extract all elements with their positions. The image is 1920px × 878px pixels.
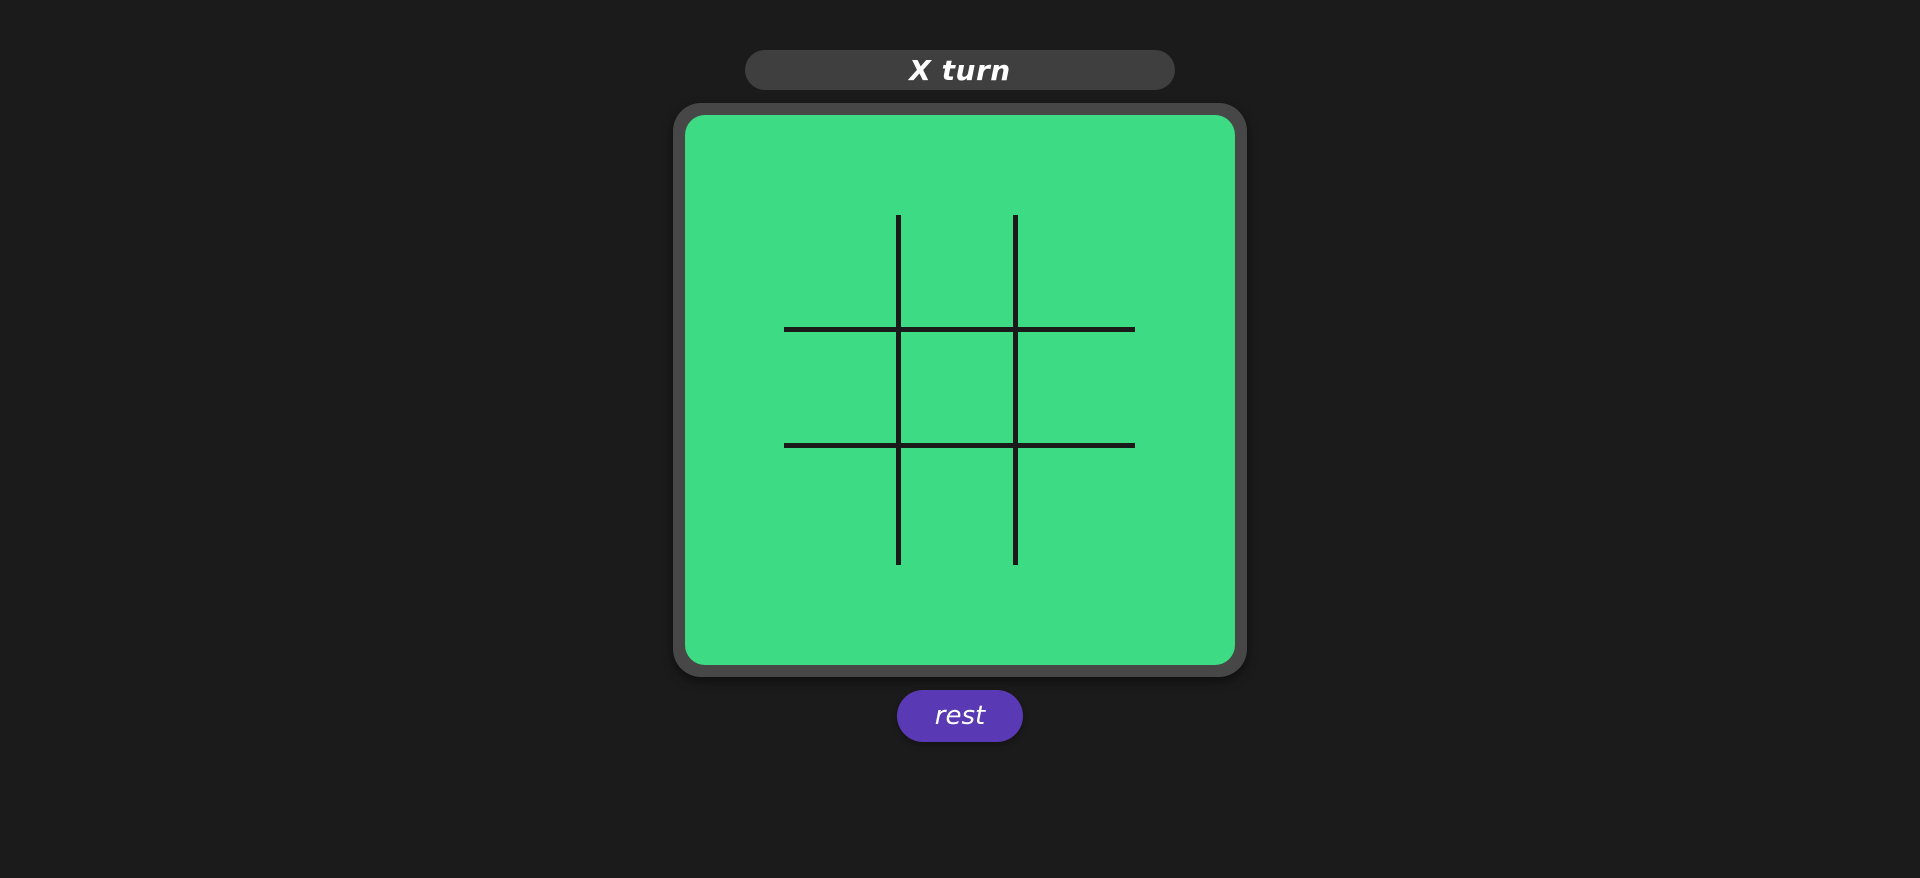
board-cell-8[interactable]: [901, 448, 1018, 565]
turn-indicator: X turn: [745, 50, 1175, 90]
board-cell-3[interactable]: [1018, 215, 1135, 332]
turn-indicator-text: X turn: [909, 53, 1011, 87]
board-cell-1[interactable]: [784, 215, 901, 332]
board-cell-5[interactable]: [901, 331, 1018, 449]
board-cell-6[interactable]: [1018, 332, 1135, 449]
tic-tac-toe-grid: [784, 215, 1135, 565]
reset-button[interactable]: rest: [897, 690, 1023, 742]
board-cell-7[interactable]: [784, 448, 901, 565]
board-frame: [673, 103, 1247, 677]
board-cell-2[interactable]: [901, 215, 1018, 332]
reset-button-label: rest: [934, 701, 986, 731]
board-cell-4[interactable]: [784, 331, 901, 449]
game-board: [685, 115, 1235, 665]
board-cell-9[interactable]: [1018, 448, 1135, 565]
